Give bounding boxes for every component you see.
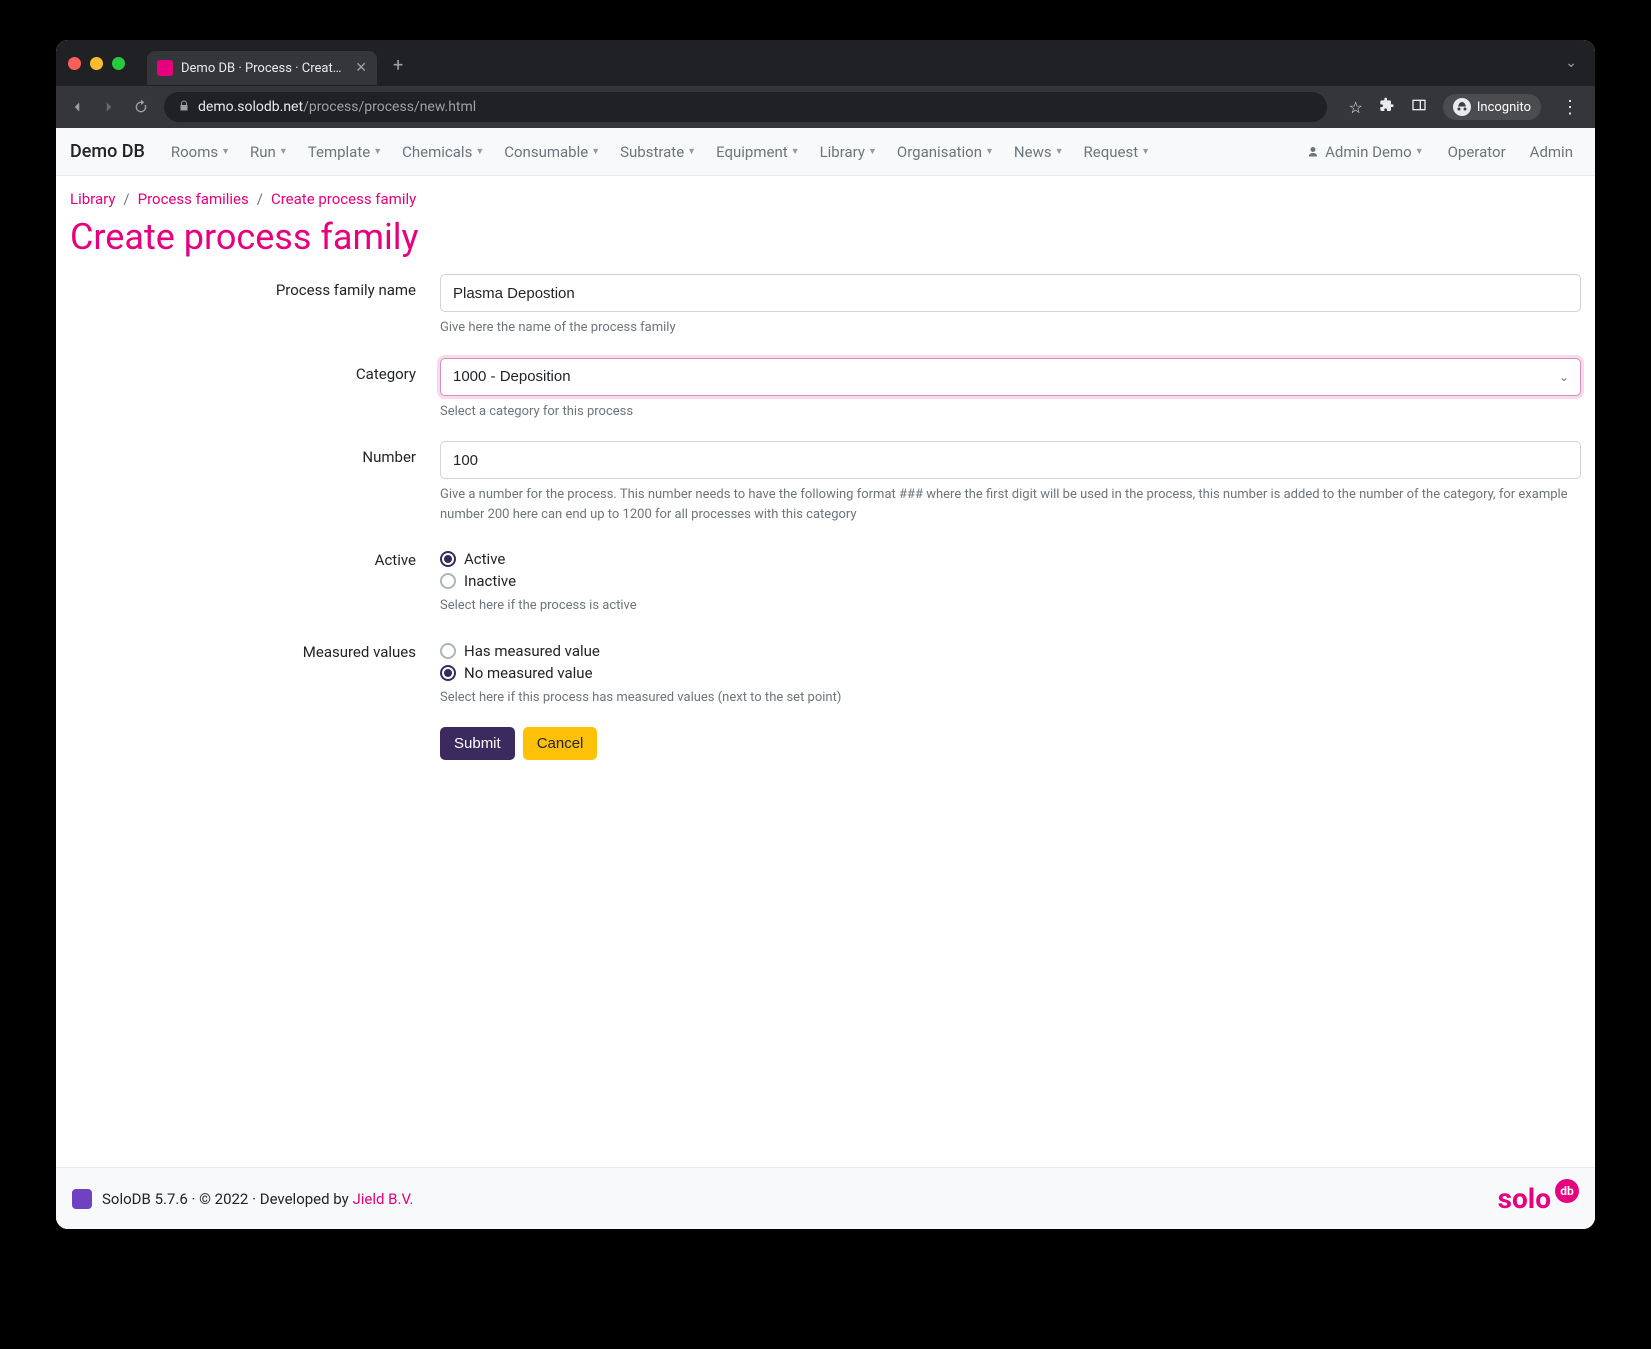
browser-tab-strip: Demo DB · Process · Create pro ✕ + ⌄: [56, 40, 1595, 86]
form-row-active: Active Active Inactive Select here if th…: [70, 544, 1581, 616]
breadcrumb-process-families[interactable]: Process families: [138, 190, 249, 208]
breadcrumb-sep: /: [257, 190, 263, 208]
nav-consumable[interactable]: Consumable▼: [496, 137, 608, 167]
star-icon[interactable]: ☆: [1349, 98, 1363, 117]
page-title: Create process family: [70, 216, 1581, 258]
nav-user[interactable]: Admin Demo▼: [1299, 137, 1431, 167]
breadcrumb-library[interactable]: Library: [70, 190, 115, 208]
label-active: Active: [70, 544, 440, 569]
footer: SoloDB 5.7.6 · © 2022 · Developed by Jie…: [56, 1167, 1595, 1229]
window-controls: [68, 57, 125, 70]
help-measured: Select here if this process has measured…: [440, 688, 1581, 708]
radio-icon: [440, 573, 456, 589]
url-text: demo.solodb.net/process/process/new.html: [198, 99, 476, 115]
nav-substrate[interactable]: Substrate▼: [612, 137, 704, 167]
window-maximize[interactable]: [112, 57, 125, 70]
label-name: Process family name: [70, 274, 440, 299]
form-row-measured: Measured values Has measured value No me…: [70, 636, 1581, 708]
form-row-name: Process family name Give here the name o…: [70, 274, 1581, 338]
nav-right: Admin Demo▼ Operator Admin: [1299, 137, 1581, 167]
nav-news[interactable]: News▼: [1006, 137, 1072, 167]
select-category[interactable]: 1000 - Deposition: [440, 358, 1581, 396]
label-category: Category: [70, 358, 440, 383]
back-icon[interactable]: [68, 98, 86, 116]
breadcrumb-sep: /: [123, 190, 129, 208]
footer-link[interactable]: Jield B.V.: [352, 1190, 413, 1208]
browser-window: Demo DB · Process · Create pro ✕ + ⌄ dem…: [56, 40, 1595, 1229]
nav-items: Rooms▼ Run▼ Template▼ Chemicals▼ Consuma…: [163, 137, 1158, 167]
brand[interactable]: Demo DB: [70, 141, 145, 162]
help-category: Select a category for this process: [440, 402, 1581, 422]
window-close[interactable]: [68, 57, 81, 70]
breadcrumb: Library / Process families / Create proc…: [70, 190, 1581, 208]
nav-rooms[interactable]: Rooms▼: [163, 137, 238, 167]
radio-icon: [440, 665, 456, 681]
radio-no-measured[interactable]: No measured value: [440, 664, 1581, 682]
radio-active[interactable]: Active: [440, 550, 1581, 568]
nav-run[interactable]: Run▼: [242, 137, 296, 167]
panel-icon[interactable]: [1411, 97, 1427, 117]
nav-chemicals[interactable]: Chemicals▼: [394, 137, 492, 167]
extensions-icon[interactable]: [1379, 97, 1395, 117]
reload-icon[interactable]: [132, 98, 150, 116]
tab-title: Demo DB · Process · Create pro: [181, 61, 347, 76]
nav-admin[interactable]: Admin: [1522, 137, 1581, 167]
incognito-icon: [1453, 98, 1471, 116]
menu-icon[interactable]: ⋮: [1557, 97, 1583, 118]
footer-logo: solo db: [1498, 1182, 1579, 1215]
nav-request[interactable]: Request▼: [1076, 137, 1159, 167]
tabs-overflow-icon[interactable]: ⌄: [1565, 55, 1583, 71]
button-row: Submit Cancel: [440, 727, 1581, 760]
radio-inactive[interactable]: Inactive: [440, 572, 1581, 590]
footer-icon: [72, 1189, 92, 1209]
radio-has-measured[interactable]: Has measured value: [440, 642, 1581, 660]
tab-favicon: [157, 60, 173, 76]
input-number[interactable]: [440, 441, 1581, 479]
help-active: Select here if the process is active: [440, 596, 1581, 616]
nav-template[interactable]: Template▼: [300, 137, 390, 167]
window-minimize[interactable]: [90, 57, 103, 70]
breadcrumb-current[interactable]: Create process family: [271, 190, 416, 208]
nav-operator[interactable]: Operator: [1440, 137, 1514, 167]
url-path: /process/process/new.html: [303, 99, 476, 115]
browser-tab[interactable]: Demo DB · Process · Create pro ✕: [147, 51, 377, 85]
nav-organisation[interactable]: Organisation▼: [889, 137, 1002, 167]
forward-icon[interactable]: [100, 98, 118, 116]
label-number: Number: [70, 441, 440, 466]
close-icon[interactable]: ✕: [355, 60, 367, 76]
lock-icon: [178, 100, 190, 115]
logo-badge: db: [1555, 1179, 1579, 1203]
input-name[interactable]: [440, 274, 1581, 312]
footer-text: SoloDB 5.7.6 · © 2022 · Developed by Jie…: [102, 1190, 413, 1208]
browser-address-bar: demo.solodb.net/process/process/new.html…: [56, 86, 1595, 128]
nav-equipment[interactable]: Equipment▼: [708, 137, 807, 167]
label-measured: Measured values: [70, 636, 440, 661]
omnibox[interactable]: demo.solodb.net/process/process/new.html: [164, 92, 1327, 122]
incognito-label: Incognito: [1477, 100, 1531, 115]
form-row-number: Number Give a number for the process. Th…: [70, 441, 1581, 524]
page: Demo DB Rooms▼ Run▼ Template▼ Chemicals▼…: [56, 128, 1595, 1229]
submit-button[interactable]: Submit: [440, 727, 515, 760]
radio-icon: [440, 643, 456, 659]
incognito-badge[interactable]: Incognito: [1443, 94, 1541, 120]
cancel-button[interactable]: Cancel: [523, 727, 598, 760]
radio-icon: [440, 551, 456, 567]
nav-library[interactable]: Library▼: [812, 137, 885, 167]
toolbar-right: ☆ Incognito ⋮: [1349, 94, 1583, 120]
content: Library / Process families / Create proc…: [56, 176, 1595, 784]
url-host: demo.solodb.net: [198, 99, 303, 115]
help-name: Give here the name of the process family: [440, 318, 1581, 338]
help-number: Give a number for the process. This numb…: [440, 485, 1581, 524]
form-row-category: Category 1000 - Deposition ⌄ Select a ca…: [70, 358, 1581, 422]
new-tab-button[interactable]: +: [385, 51, 411, 80]
app-navbar: Demo DB Rooms▼ Run▼ Template▼ Chemicals▼…: [56, 128, 1595, 176]
